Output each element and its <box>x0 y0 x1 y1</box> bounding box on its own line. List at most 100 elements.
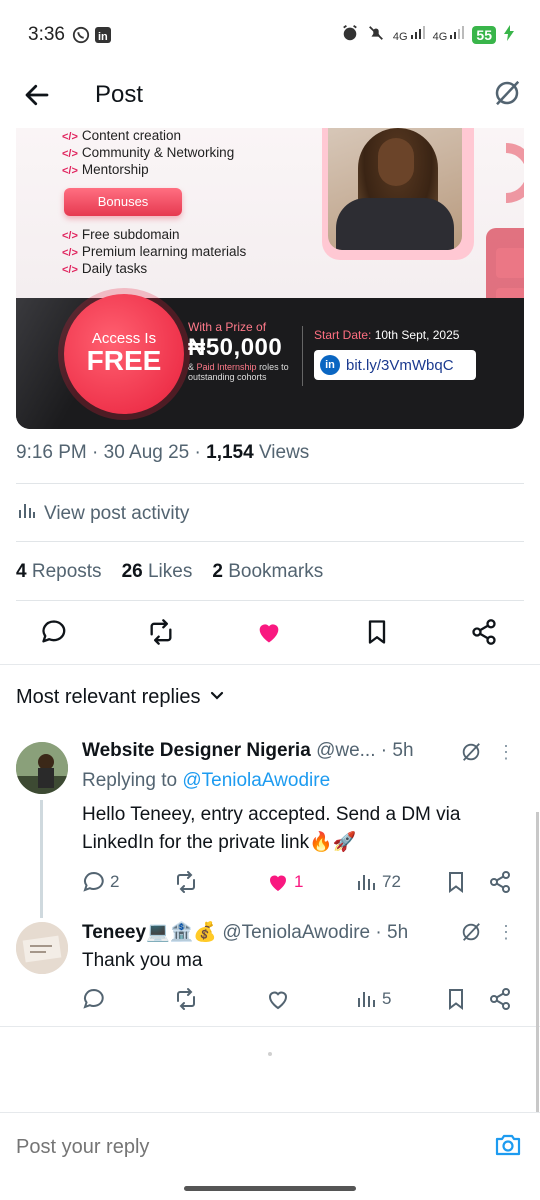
mention-link[interactable]: @TeniolaAwodire <box>182 770 330 791</box>
views-button[interactable]: 72 <box>354 870 401 894</box>
bookmarks-count-link[interactable]: 2 Bookmarks <box>212 561 323 583</box>
code-tag-icon: </> <box>62 148 78 160</box>
promo-link: in bit.ly/3VmWbqC <box>314 350 476 380</box>
grok-icon[interactable] <box>460 921 482 948</box>
promo-item: </> Community & Networking <box>62 145 234 162</box>
scrollbar[interactable] <box>536 812 539 1112</box>
loading-dot <box>268 1052 272 1056</box>
battery-indicator: 55 <box>472 25 496 44</box>
reposts-count-link[interactable]: 4 Reposts <box>16 561 102 583</box>
reply-button[interactable] <box>40 618 70 648</box>
signal-2-icon: 4G <box>433 26 465 43</box>
post-action-bar <box>0 612 540 656</box>
like-button-liked[interactable]: 1 <box>266 870 303 894</box>
reply-input[interactable] <box>16 1136 416 1159</box>
bar-chart-icon <box>18 502 36 526</box>
replies-sort-label: Most relevant replies <box>16 686 201 708</box>
avatar[interactable] <box>16 742 68 794</box>
reply-age: 5h <box>392 740 414 761</box>
grok-icon[interactable] <box>460 741 482 768</box>
like-count: 1 <box>294 872 304 891</box>
post-media-image[interactable]: </> Content creation </> Community & Netwo… <box>16 128 524 429</box>
share-button[interactable] <box>488 870 512 894</box>
reply-count: 2 <box>110 872 120 891</box>
share-button[interactable] <box>488 987 512 1011</box>
promo-item-label: Mentorship <box>81 162 149 177</box>
view-post-activity-label: View post activity <box>44 503 190 524</box>
promo-item: </> Daily tasks <box>62 261 246 278</box>
reply-author-handle[interactable]: @we... <box>316 740 375 761</box>
linkedin-icon: in <box>320 355 340 375</box>
reply-author-name[interactable]: Website Designer Nigeria <box>82 740 311 761</box>
post-meta: 9:16 PM · 30 Aug 25 · 1,154 Views <box>16 442 310 463</box>
status-time: 3:36 <box>28 24 65 45</box>
views-button[interactable]: 5 <box>354 987 391 1011</box>
bookmark-button[interactable] <box>444 987 468 1011</box>
promo-item-label: Free subdomain <box>81 227 180 242</box>
view-count: 5 <box>382 989 392 1008</box>
access-free-badge: Access Is FREE <box>64 294 184 414</box>
gesture-home-bar[interactable] <box>184 1186 356 1191</box>
thread-line <box>40 800 43 918</box>
more-options-icon[interactable]: ⋮ <box>497 922 516 943</box>
repost-button[interactable] <box>174 987 198 1011</box>
share-button[interactable] <box>470 618 500 648</box>
promo-list-1: </> Content creation </> Community & Netwo… <box>62 128 234 179</box>
likes-count-link[interactable]: 26 Likes <box>122 561 193 583</box>
reply-button[interactable]: 2 <box>82 870 119 894</box>
view-count: 72 <box>382 872 401 891</box>
prize-amount: ₦50,000 <box>188 334 283 361</box>
repost-button[interactable] <box>174 870 198 894</box>
reply-author-handle[interactable]: @TeniolaAwodire <box>222 922 370 943</box>
reply-text: Hello Teneey, entry accepted. Send a DM … <box>82 804 461 853</box>
grok-icon[interactable] <box>492 78 522 108</box>
promo-item: </> Premium learning materials <box>62 244 246 261</box>
more-options-icon[interactable]: ⋮ <box>497 742 516 763</box>
linkedin-status-icon: in <box>94 26 112 49</box>
promo-item-label: Daily tasks <box>81 261 148 276</box>
promo-link-text: bit.ly/3VmWbqC <box>346 356 454 374</box>
reply-author-name[interactable]: Teneey💻🏦💰 <box>82 922 217 943</box>
mute-icon <box>367 24 385 45</box>
promo-item: </> Content creation <box>62 128 234 145</box>
start-date-label: Start Date: <box>314 328 372 342</box>
reply-action-bar: 2 1 72 <box>82 870 522 898</box>
alarm-icon <box>341 24 359 45</box>
code-tag-icon: </> <box>62 264 78 276</box>
status-indicators: 4G 4G 55 <box>341 24 514 45</box>
code-tag-icon: </> <box>62 131 78 143</box>
divider <box>0 664 540 665</box>
status-bar: 3:36 in 4G 4G 55 <box>0 0 540 70</box>
divider <box>16 600 524 601</box>
reply-age: 5h <box>387 922 409 943</box>
like-button[interactable] <box>266 987 290 1011</box>
code-tag-icon: </> <box>62 247 78 259</box>
post-date: 30 Aug 25 <box>103 442 190 463</box>
back-arrow-icon[interactable] <box>22 80 52 110</box>
svg-text:in: in <box>98 31 108 43</box>
reply-button[interactable] <box>82 987 106 1011</box>
reply-header: Teneey💻🏦💰 @TeniolaAwodire · 5h <box>82 922 409 943</box>
promo-item: </> Free subdomain <box>62 227 246 244</box>
network-type-2: 4G <box>432 31 448 43</box>
like-button-liked[interactable] <box>255 618 285 648</box>
promo-item-label: Content creation <box>81 128 181 143</box>
promo-item-label: Community & Networking <box>81 145 235 160</box>
replies-sort-dropdown[interactable]: Most relevant replies <box>16 686 225 709</box>
camera-icon[interactable] <box>494 1132 524 1160</box>
bookmark-button[interactable] <box>363 618 393 648</box>
view-post-activity[interactable]: View post activity <box>18 502 189 526</box>
chevron-down-icon <box>209 686 225 709</box>
post-time: 9:16 PM <box>16 442 87 463</box>
prize-note: & Paid Internship roles to outstanding c… <box>188 362 289 382</box>
views-label: Views <box>258 442 310 463</box>
prize-label: With a Prize of <box>188 320 267 334</box>
avatar[interactable] <box>16 922 68 974</box>
bookmark-button[interactable] <box>444 870 468 894</box>
promo-item-label: Premium learning materials <box>81 244 247 259</box>
start-date: Start Date: 10th Sept, 2025 <box>314 328 459 342</box>
promo-list-2: </> Free subdomain </> Premium learning ma… <box>62 227 246 278</box>
repost-button[interactable] <box>147 618 177 648</box>
views-count: 1,154 <box>206 442 254 463</box>
access-big-text: FREE <box>86 345 162 376</box>
